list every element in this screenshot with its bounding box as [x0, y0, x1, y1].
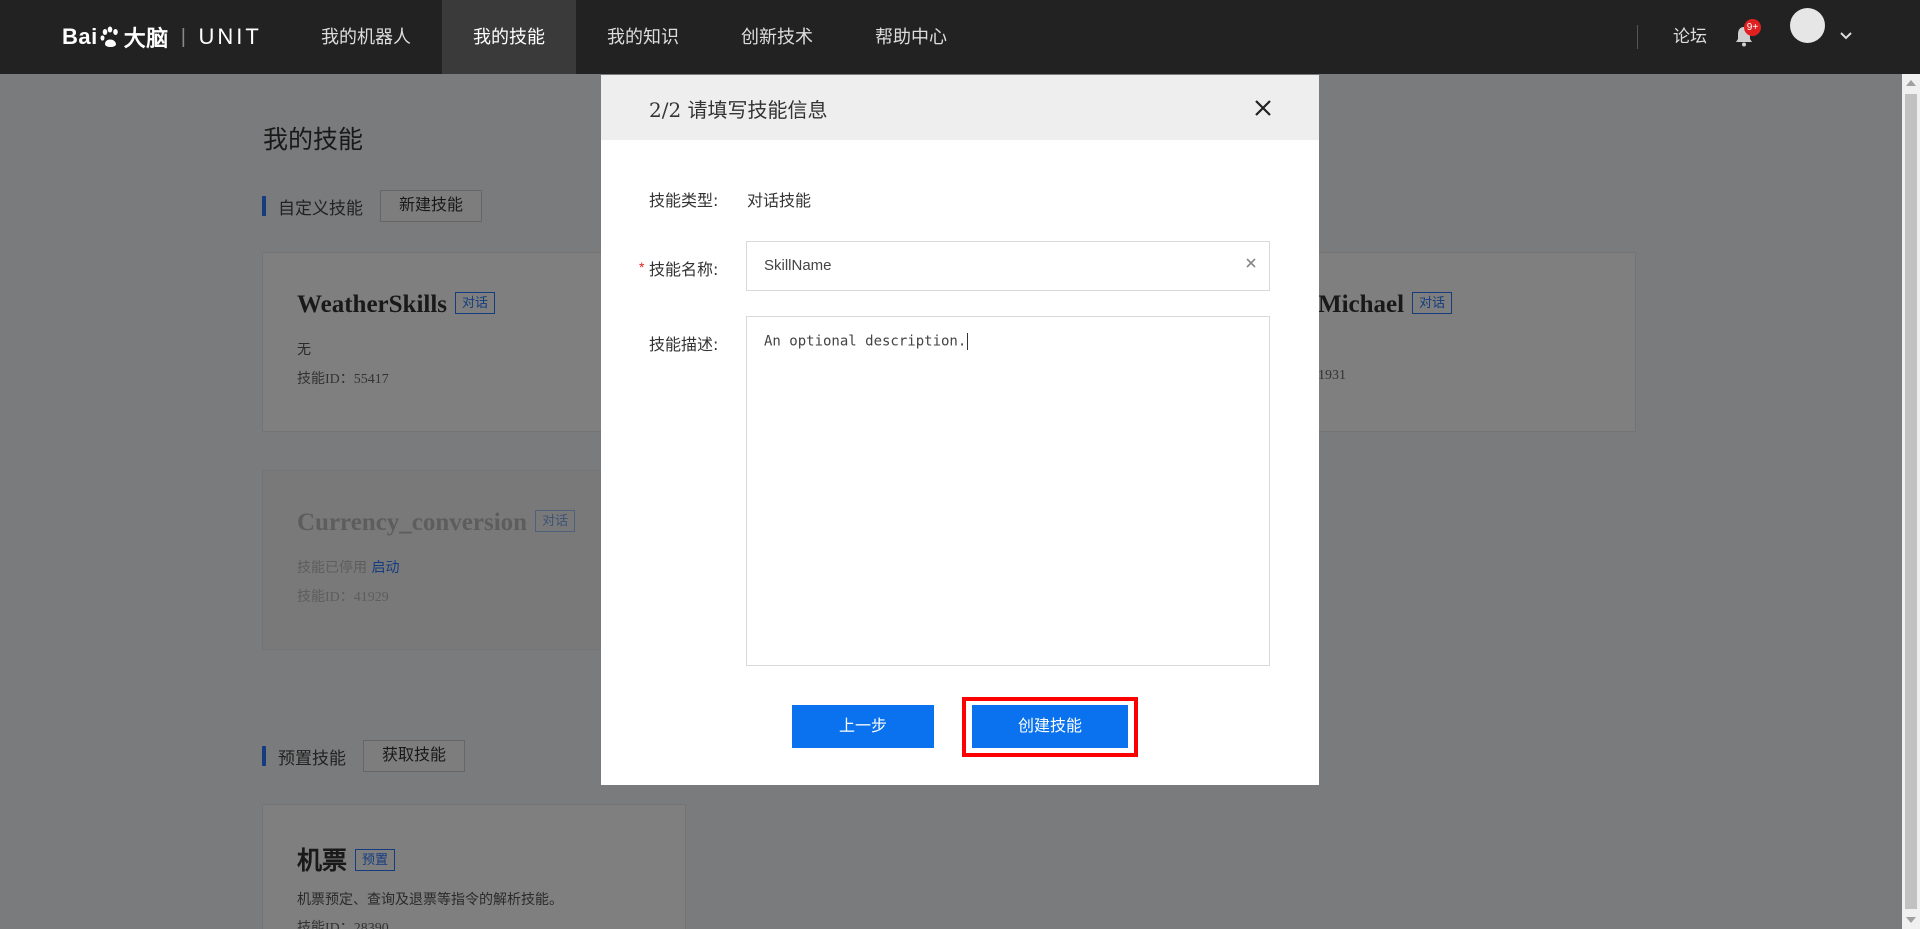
logo-brand: Bai	[62, 24, 98, 49]
skill-name-label: 技能名称:	[649, 260, 719, 279]
logo-cn: 大脑	[123, 26, 169, 51]
skill-type-value: 对话技能	[747, 191, 812, 210]
create-skill-button[interactable]: 创建技能	[972, 705, 1128, 748]
nav-item-my-robots[interactable]: 我的机器人	[290, 0, 442, 74]
clear-input-icon[interactable]	[1244, 256, 1258, 270]
skill-description-value: An optional description.	[764, 333, 969, 350]
forum-link[interactable]: 论坛	[1673, 0, 1707, 74]
nav-item-help-center[interactable]: 帮助中心	[844, 0, 978, 74]
main-nav: 我的机器人 我的技能 我的知识 创新技术 帮助中心	[290, 0, 978, 74]
skill-name-input[interactable]: SkillName	[746, 241, 1270, 291]
top-nav-bar: Bai 大脑 | UNIT 我的机器人 我的技能 我的知识 创新技术 帮助中心 …	[0, 0, 1920, 74]
page-scrollbar[interactable]	[1902, 74, 1920, 929]
text-caret	[967, 333, 969, 350]
avatar[interactable]	[1790, 8, 1825, 43]
logo-divider: |	[180, 25, 187, 48]
logo-unit: UNIT	[198, 24, 262, 49]
paw-icon	[100, 26, 122, 48]
required-mark: *	[639, 259, 645, 275]
scroll-up-arrow-icon[interactable]	[1906, 80, 1916, 86]
skill-desc-label: 技能描述:	[649, 335, 719, 354]
previous-step-button[interactable]: 上一步	[792, 705, 934, 748]
nav-divider	[1637, 25, 1638, 49]
nav-item-my-knowledge[interactable]: 我的知识	[576, 0, 710, 74]
create-skill-dialog: 2/2 请填写技能信息 技能类型: 对话技能 * 技能名称: SkillName…	[601, 75, 1319, 785]
scrollbar-thumb[interactable]	[1905, 94, 1917, 909]
close-icon[interactable]	[1254, 99, 1272, 117]
chevron-down-icon[interactable]	[1838, 28, 1854, 44]
dialog-title: 2/2 请填写技能信息	[649, 98, 828, 122]
skill-name-value: SkillName	[764, 257, 832, 274]
skill-description-textarea[interactable]: An optional description.	[746, 316, 1270, 666]
dialog-header: 2/2 请填写技能信息	[601, 75, 1319, 140]
scroll-down-arrow-icon[interactable]	[1906, 917, 1916, 923]
notification-badge: 9+	[1744, 19, 1761, 36]
skill-type-label: 技能类型:	[649, 191, 719, 210]
nav-item-innovation[interactable]: 创新技术	[710, 0, 844, 74]
nav-item-my-skills[interactable]: 我的技能	[442, 0, 576, 74]
baidu-unit-logo[interactable]: Bai 大脑 | UNIT	[62, 22, 262, 52]
